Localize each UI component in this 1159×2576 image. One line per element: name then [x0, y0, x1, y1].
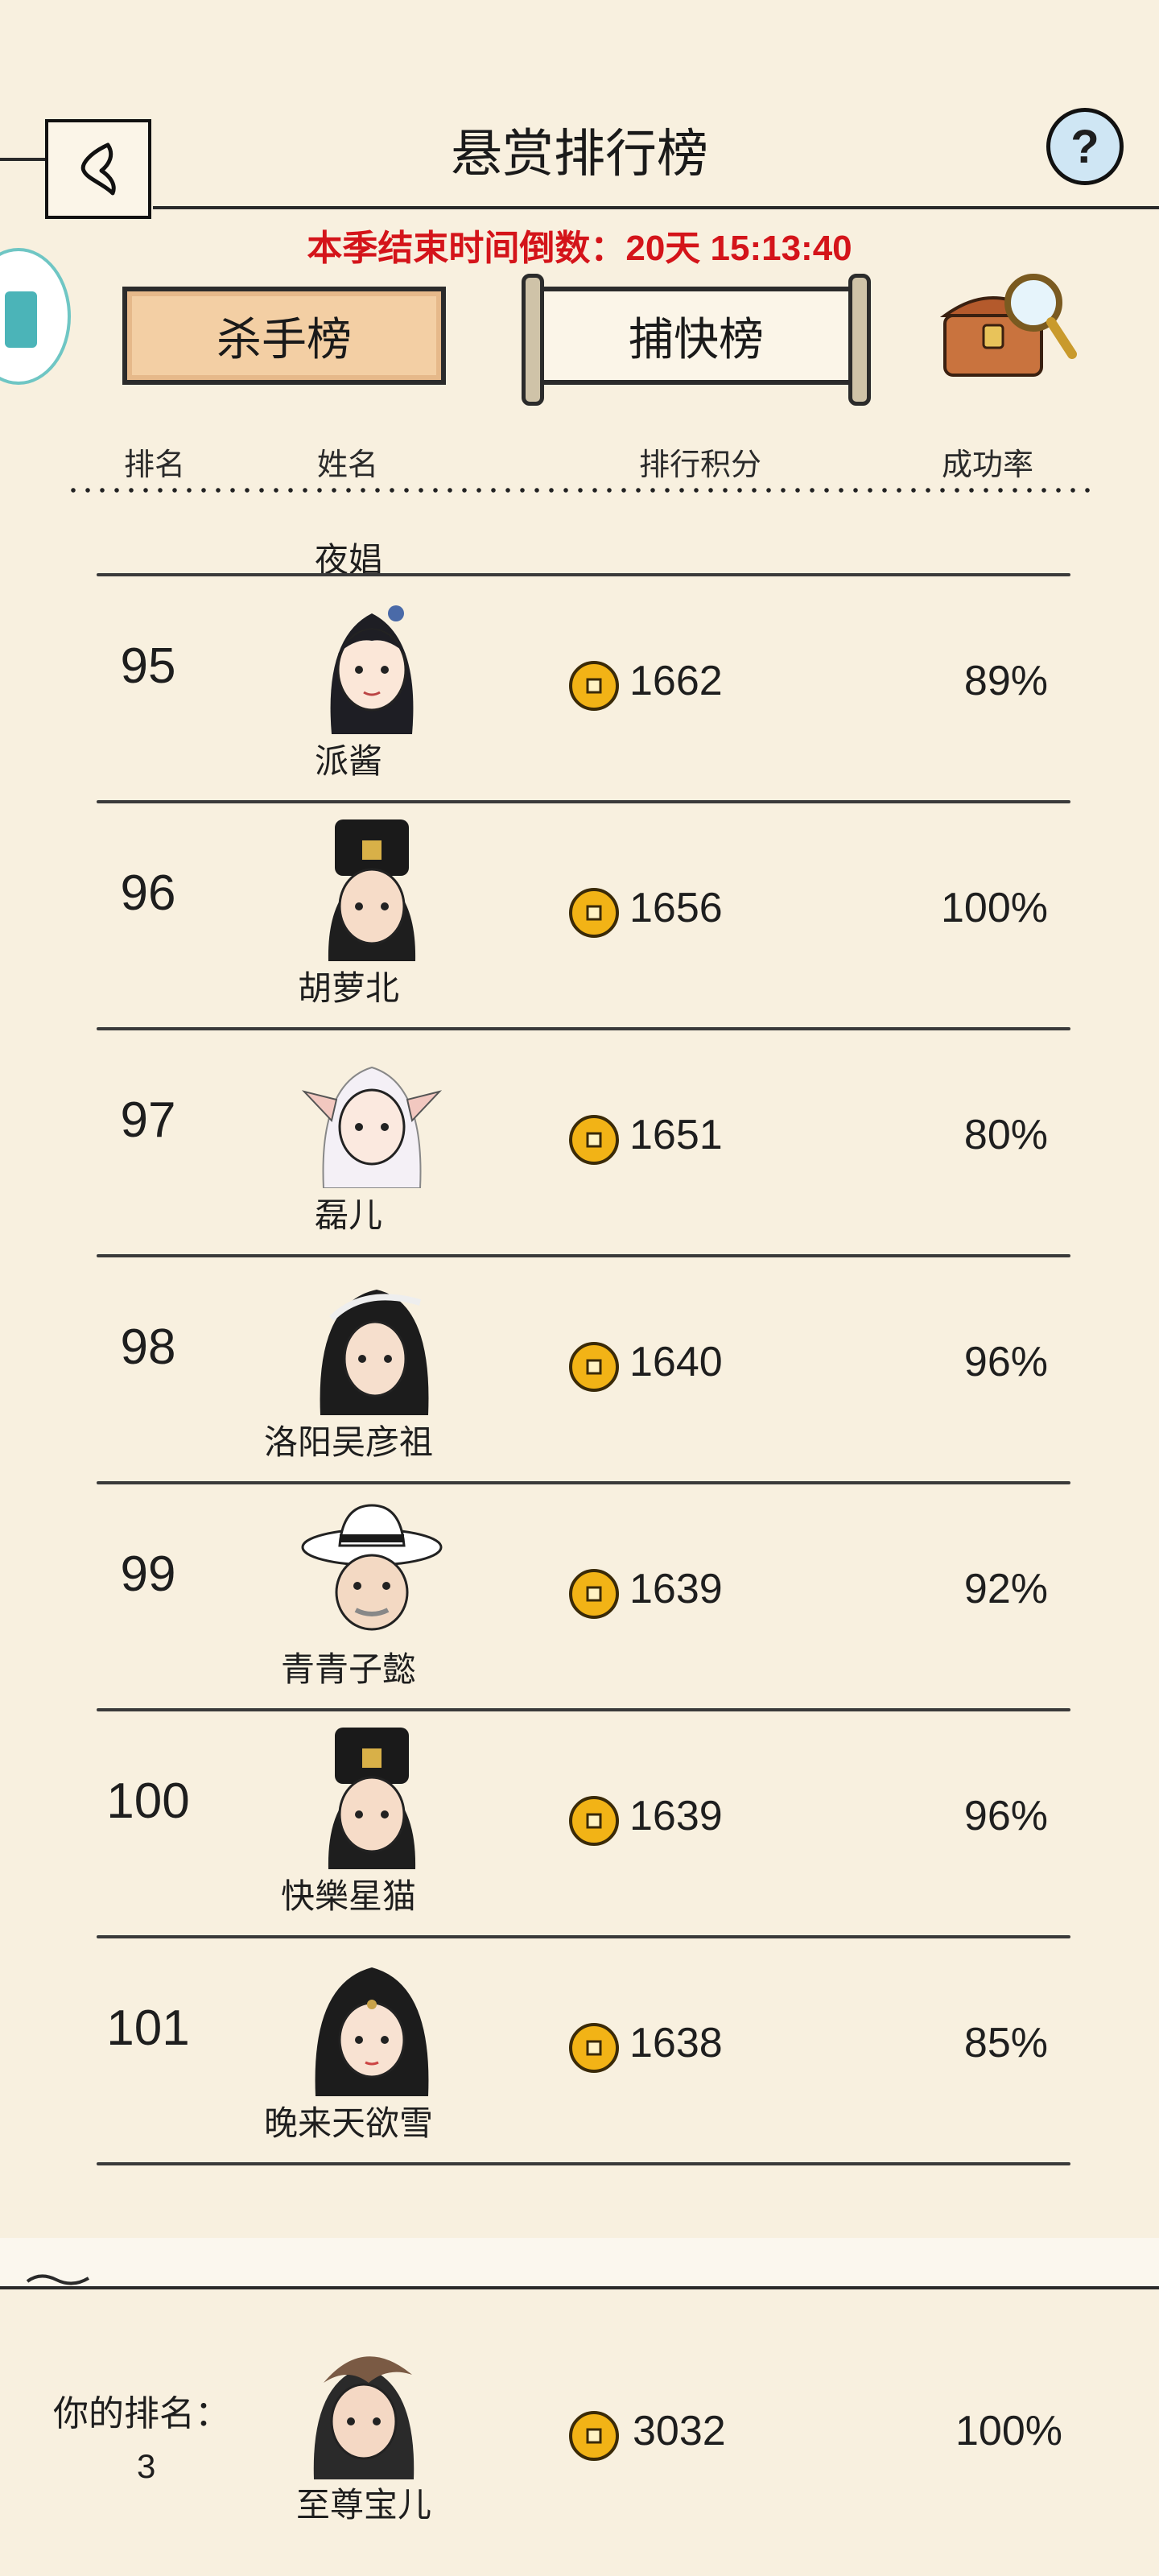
tab-killer-label: 杀手榜	[217, 313, 352, 365]
player-name: 磊儿	[314, 1196, 382, 1234]
table-row[interactable]: 97 磊儿 1651 80%	[0, 1030, 1159, 1257]
rank-number: 101	[106, 2000, 190, 2056]
tab-killer-board[interactable]: 杀手榜	[122, 287, 446, 385]
coin-icon	[569, 2411, 619, 2461]
rank-number: 96	[120, 865, 176, 921]
score-value: 1640	[629, 1339, 723, 1385]
success-rate: 100%	[941, 885, 1048, 931]
avatar	[299, 816, 444, 961]
treasure-chest-icon	[939, 274, 1077, 377]
player-name: 快樂星猫	[280, 1877, 416, 1915]
avatar	[299, 1724, 444, 1869]
player-name: 洛阳吴彦祖	[263, 1423, 433, 1461]
success-rate: 92%	[963, 1566, 1048, 1612]
row-divider	[97, 2162, 1070, 2165]
coin-icon	[569, 1115, 619, 1165]
header-divider	[153, 206, 1159, 209]
column-header-score: 排行积分	[639, 448, 762, 482]
coin-icon	[569, 1796, 619, 1846]
success-rate: 96%	[963, 1793, 1048, 1839]
player-name: 青青子懿	[280, 1650, 416, 1688]
score-value: 1639	[629, 1793, 723, 1839]
season-countdown: 本季结束时间倒数：20天 15:13:40	[307, 229, 852, 268]
player-name: 胡萝北	[297, 969, 399, 1007]
score-value: 1651	[629, 1112, 723, 1158]
column-header-rank: 排名	[124, 448, 186, 482]
score-value: 1656	[629, 885, 723, 931]
column-header-name: 姓名	[317, 448, 379, 482]
avatar	[299, 1270, 444, 1415]
my-player-name: 至尊宝儿	[295, 2486, 431, 2524]
table-row[interactable]: 95 派酱 1662 89%	[0, 576, 1159, 803]
table-row[interactable]: 99 青青子懿 1639 92%	[0, 1484, 1159, 1711]
event-logo-icon	[5, 291, 37, 348]
list-footer-band	[0, 2238, 1159, 2286]
tab-catcher-board[interactable]: 捕快榜	[522, 274, 871, 406]
table-row-partial[interactable]: 夜娼	[0, 493, 1159, 579]
avatar	[299, 1497, 444, 1642]
table-row[interactable]: 101 晚来天欲雪 1638 85%	[0, 1938, 1159, 2165]
coin-icon	[569, 1342, 619, 1392]
player-name: 晚来天欲雪	[263, 2104, 433, 2142]
rank-number: 99	[120, 1546, 176, 1602]
avatar	[299, 1043, 444, 1189]
coin-icon	[569, 1569, 619, 1619]
tab-catcher-label: 捕快榜	[629, 313, 764, 365]
avatar	[299, 1951, 444, 2096]
leaderboard-list[interactable]: 夜娼 95 派酱 1662 89% 96 胡萝北 1656 100% 97 磊儿…	[0, 493, 1159, 2240]
question-mark-icon: ?	[1070, 120, 1099, 173]
avatar	[299, 589, 444, 734]
coin-icon	[569, 888, 619, 938]
score-value: 1638	[629, 2020, 723, 2066]
treasure-chest-search-button[interactable]	[934, 266, 1079, 386]
success-rate: 89%	[963, 658, 1048, 704]
success-rate: 96%	[963, 1339, 1048, 1385]
avatar	[291, 2334, 436, 2479]
table-row[interactable]: 98 洛阳吴彦祖 1640 96%	[0, 1257, 1159, 1484]
my-score-value: 3032	[633, 2408, 726, 2454]
score-value: 1639	[629, 1566, 723, 1612]
rank-number: 97	[120, 1092, 176, 1148]
rank-number: 100	[106, 1773, 190, 1829]
success-rate: 80%	[963, 1112, 1048, 1158]
column-header-rate: 成功率	[942, 448, 1034, 482]
help-button[interactable]: ?	[1046, 108, 1124, 185]
my-rank-number: 3	[137, 2447, 156, 2485]
rank-number: 98	[120, 1319, 176, 1375]
rank-number: 95	[120, 638, 176, 694]
my-rank-divider	[0, 2286, 1159, 2289]
coin-icon	[569, 661, 619, 711]
status-area	[0, 0, 1159, 80]
coin-icon	[569, 2023, 619, 2073]
page-title: 悬赏排行榜	[451, 125, 708, 183]
player-name: 派酱	[314, 742, 382, 780]
table-row[interactable]: 96 胡萝北 1656 100%	[0, 803, 1159, 1030]
score-value: 1662	[629, 658, 723, 704]
success-rate: 85%	[963, 2020, 1048, 2066]
table-row[interactable]: 100 快樂星猫 1639 96%	[0, 1711, 1159, 1938]
my-success-rate: 100%	[955, 2408, 1062, 2454]
my-rank-label: 你的排名：	[53, 2394, 230, 2434]
